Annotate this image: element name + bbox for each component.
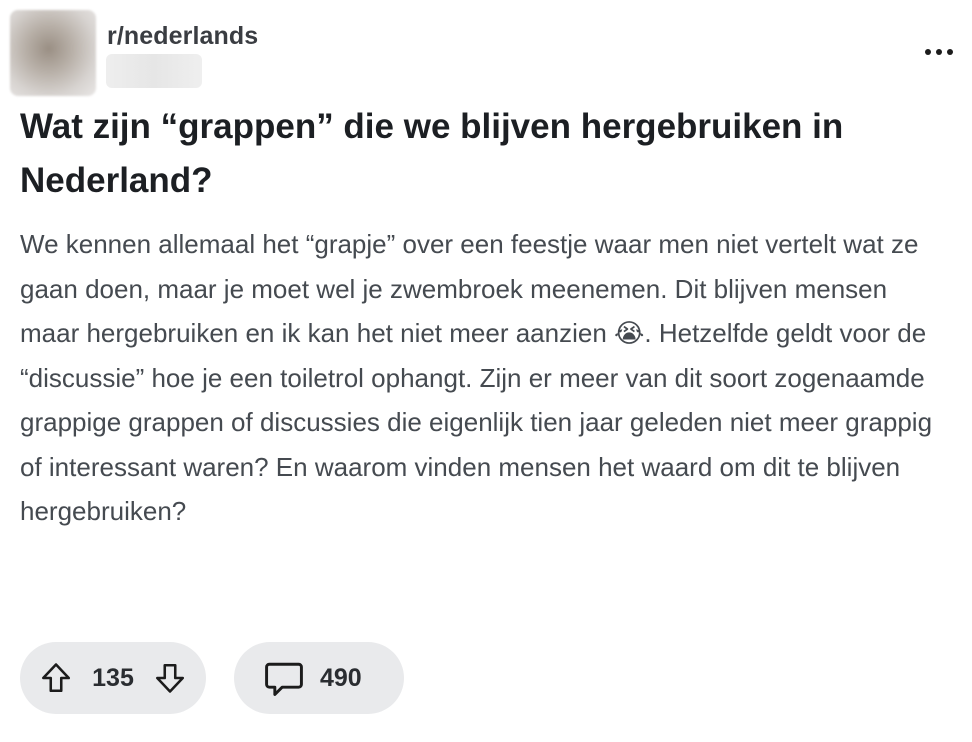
avatar[interactable] (10, 10, 96, 96)
more-dots-icon (947, 49, 953, 55)
username-redacted (106, 54, 202, 88)
post-title[interactable]: Wat zijn “grappen” die we blijven hergeb… (20, 100, 950, 208)
more-options-button[interactable] (918, 40, 960, 64)
arrow-up-icon (41, 663, 71, 693)
more-dots-icon (936, 49, 942, 55)
post-header: r/nederlands (10, 10, 960, 96)
post-actions: 135 490 (20, 642, 404, 714)
upvote-button[interactable] (36, 658, 76, 698)
more-dots-icon (925, 49, 931, 55)
post-body: We kennen allemaal het “grapje” over een… (20, 229, 933, 526)
speech-bubble-icon (265, 662, 303, 696)
downvote-button[interactable] (150, 658, 190, 698)
vote-count: 135 (92, 663, 134, 692)
comments-button[interactable]: 490 (234, 642, 404, 714)
arrow-down-icon (155, 663, 185, 693)
vote-pill: 135 (20, 642, 206, 714)
subreddit-name[interactable]: r/nederlands (107, 22, 258, 51)
comment-count: 490 (320, 663, 362, 692)
